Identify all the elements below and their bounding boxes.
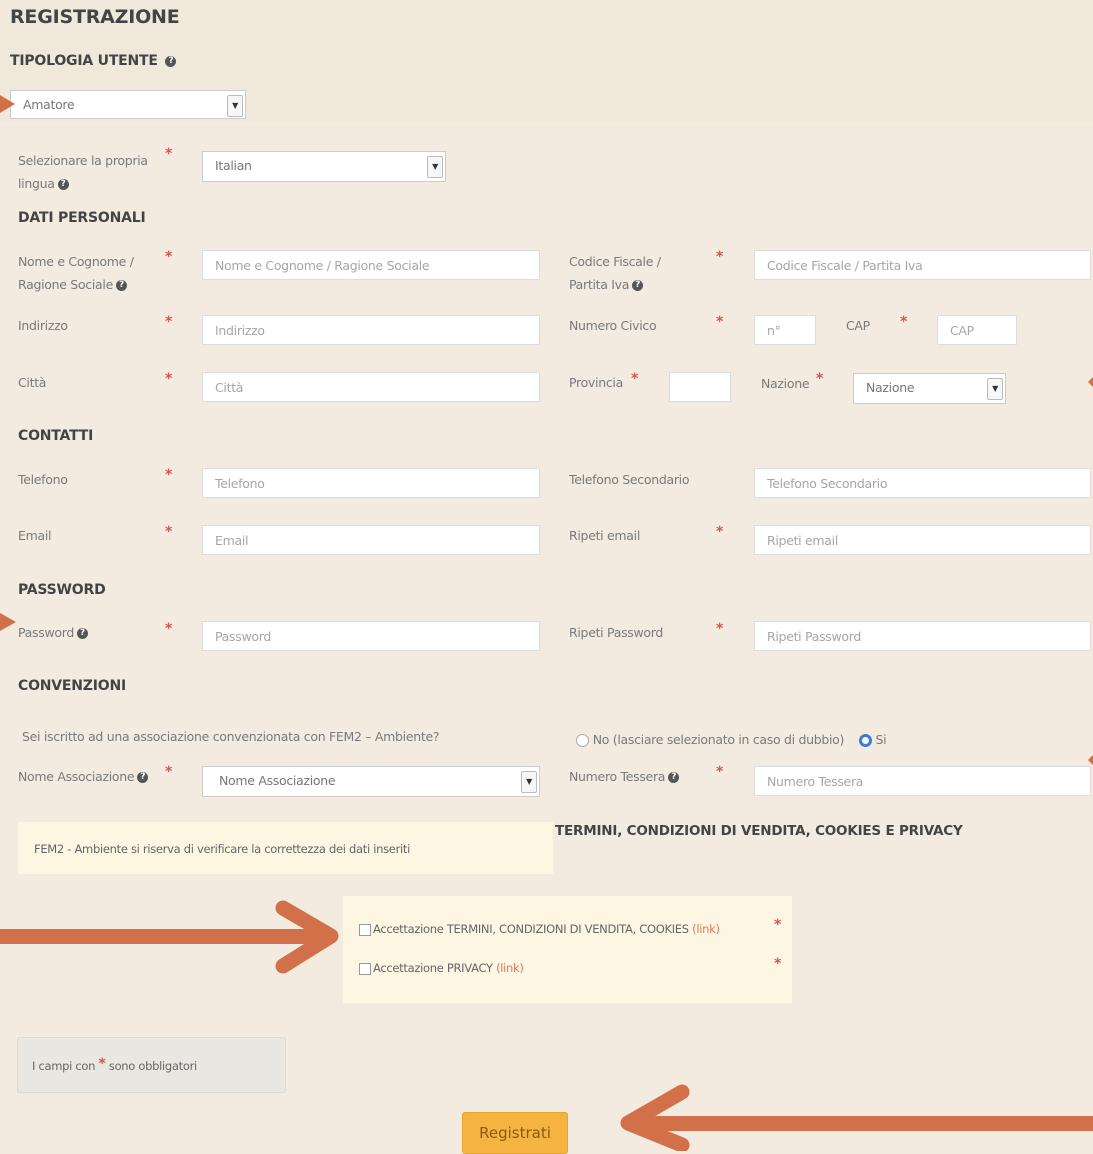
arrow-icon: [0, 95, 15, 113]
arrow-icon: [1088, 755, 1093, 765]
annotation-arrows: [0, 95, 1093, 1151]
arrow-icon: [0, 613, 16, 631]
arrow-icon: [1088, 377, 1093, 387]
arrow-icon: [620, 1084, 1093, 1151]
arrow-icon: [0, 900, 339, 974]
